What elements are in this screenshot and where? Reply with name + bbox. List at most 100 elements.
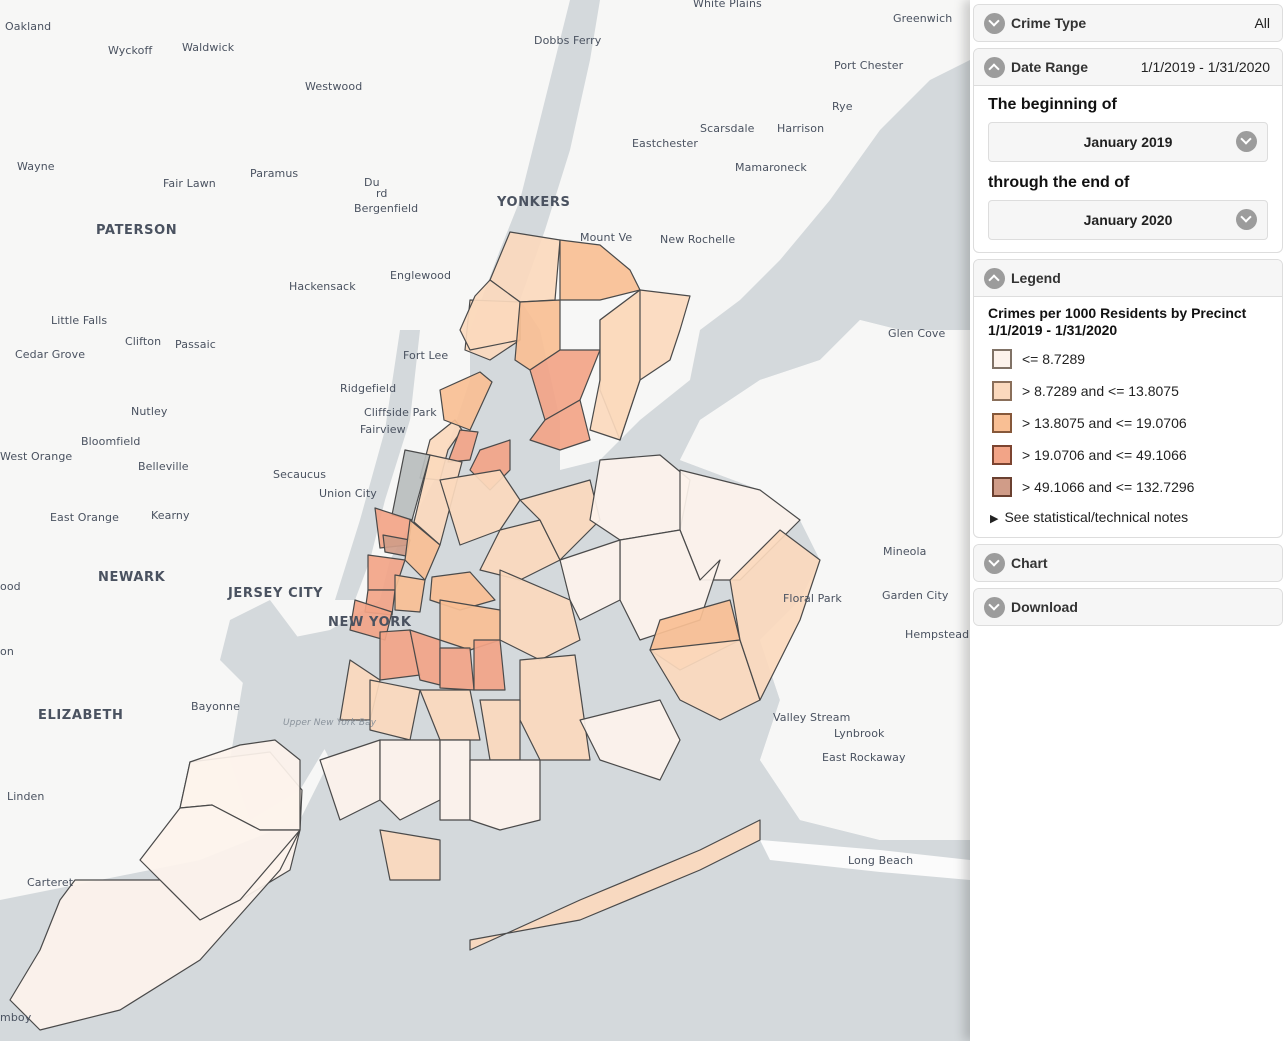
start-month-select[interactable]: January 2019 [988,122,1268,162]
legend-class-row: > 13.8075 and <= 19.0706 [988,407,1268,439]
place-label: Nutley [131,405,168,418]
download-toggle[interactable]: Download [974,589,1282,625]
legend-title-line2: 1/1/2019 - 1/31/2020 [988,322,1118,338]
place-label: Glen Cove [888,327,946,340]
technical-notes-link[interactable]: ▶ See statistical/technical notes [990,509,1268,525]
place-label: Mount Ve [580,231,633,244]
chevron-up-icon [984,56,1005,78]
place-label: Long Beach [848,854,914,867]
chevron-down-icon [984,552,1005,574]
triangle-right-icon: ▶ [990,513,999,525]
place-label: Oakland [5,20,52,33]
precinct-polygon [469,759,541,831]
place-label: East Rockaway [822,751,906,764]
place-label: Floral Park [783,592,842,605]
chart-label: Chart [1011,555,1048,571]
place-label: Wayne [17,160,55,173]
legend-class-label: > 49.1066 and <= 132.7296 [1022,479,1195,495]
legend-classes: <= 8.7289 > 8.7289 and <= 13.8075 > 13.807… [988,343,1268,503]
place-label: Bloomfield [81,435,141,448]
precinct-polygon [589,289,641,441]
place-label: Union City [319,487,377,500]
place-label: Wyckoff [108,44,153,57]
precinct-polygon [369,679,421,741]
place-label: Harrison [777,122,825,135]
date-range-toggle[interactable]: Date Range 1/1/2019 - 1/31/2020 [974,49,1282,86]
place-label: Fair Lawn [163,177,216,190]
precinct-layer [9,231,821,1031]
crime-type-toggle[interactable]: Crime Type All [974,5,1282,41]
chart-panel: Chart [973,544,1283,582]
crime-type-panel: Crime Type All [973,4,1283,42]
chevron-down-icon [1236,131,1257,152]
place-label: New Rochelle [660,233,736,246]
place-label: Passaic [175,338,216,351]
place-label: Mineola [883,545,927,558]
place-label: Garden City [882,589,949,602]
legend-swatch [992,349,1012,369]
precinct-polygon [469,819,761,951]
place-label: Waldwick [182,41,235,54]
legend-title: Crimes per 1000 Residents by Precinct 1/… [988,305,1268,339]
legend-swatch [992,477,1012,497]
chevron-down-icon [984,596,1005,618]
legend-class-label: > 8.7289 and <= 13.8075 [1022,383,1179,399]
legend-swatch [992,381,1012,401]
chevron-down-icon [1236,209,1257,230]
sidebar: Crime Type All Date Range 1/1/2019 - 1/3… [970,0,1285,1041]
place-label: Mamaroneck [735,161,807,174]
place-label: Cliffside Park [364,406,437,419]
legend-class-label: > 19.0706 and <= 49.1066 [1022,447,1187,463]
legend-swatch [992,413,1012,433]
place-label: mboy [0,1011,32,1024]
download-panel: Download [973,588,1283,626]
chevron-up-icon [984,267,1005,289]
place-label: NEWARK [98,570,166,585]
end-month-select[interactable]: January 2020 [988,200,1268,240]
place-label: Fort Lee [403,349,449,362]
place-label: Scarsdale [700,122,755,135]
place-label: Paramus [250,167,299,180]
place-label: Dobbs Ferry [534,34,602,47]
place-label: PATERSON [96,223,178,238]
precinct-polygon [379,739,441,821]
place-label: Belleville [138,460,189,473]
precinct-polygon [479,699,521,761]
place-label: Bergenfield [354,202,419,215]
chevron-down-icon [984,12,1005,34]
place-label: Englewood [390,269,452,282]
precinct-polygon [394,574,426,613]
legend-label: Legend [1011,270,1061,286]
place-label: NEW YORK [328,615,412,630]
place-label: JERSEY CITY [228,586,324,601]
date-range-panel: Date Range 1/1/2019 - 1/31/2020 The begi… [973,48,1283,253]
precinct-polygon [379,829,441,881]
place-label: rd [376,187,388,200]
precinct-polygon [559,239,641,301]
precinct-polygon [473,639,506,691]
crime-type-label: Crime Type [1011,15,1087,31]
place-label: Secaucus [273,468,327,481]
place-label: YONKERS [497,195,571,210]
legend-toggle[interactable]: Legend [974,260,1282,297]
place-label: West Orange [0,450,73,463]
legend-swatch [992,445,1012,465]
place-label: Cedar Grove [15,348,86,361]
place-label: Rye [832,100,853,113]
choropleth-map[interactable]: Oakland Wyckoff Waldwick Westwood Dobbs Ferr… [0,0,970,1041]
place-label: Linden [7,790,45,803]
place-label: Valley Stream [773,711,851,724]
download-label: Download [1011,599,1078,615]
end-date-label: through the end of [988,174,1130,191]
precinct-polygon [319,739,381,821]
chart-toggle[interactable]: Chart [974,545,1282,581]
end-month-value: January 2020 [1083,212,1173,228]
legend-class-row: > 49.1066 and <= 132.7296 [988,471,1268,503]
place-label: Upper New York Bay [283,718,377,728]
place-label: Bayonne [191,700,240,713]
place-label: Fairview [360,423,406,436]
place-label: Hempstead [905,628,970,641]
place-label: Hackensack [289,280,356,293]
place-label: Port Chester [834,59,904,72]
legend-class-label: <= 8.7289 [1022,351,1086,367]
